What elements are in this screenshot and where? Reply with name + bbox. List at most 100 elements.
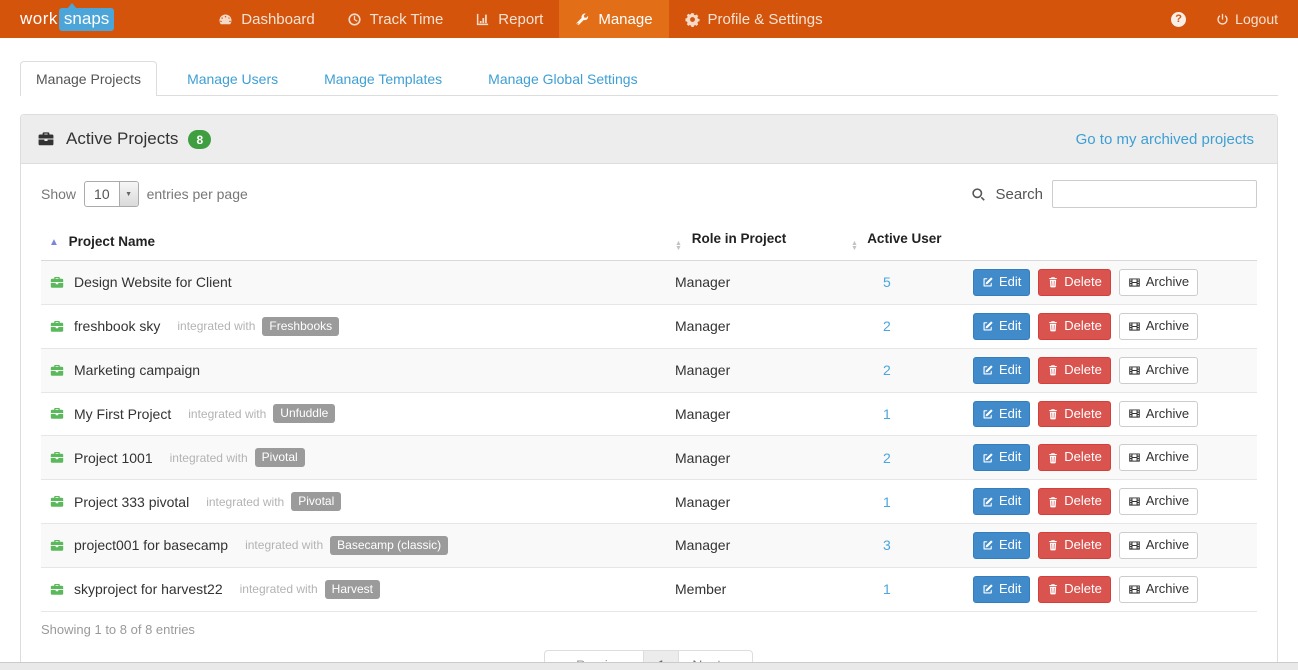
- project-name: Project 1001: [74, 450, 153, 466]
- archived-projects-link[interactable]: Go to my archived projects: [1076, 131, 1254, 148]
- project-briefcase-icon: [49, 538, 65, 553]
- active-user-count-link[interactable]: 1: [883, 406, 891, 422]
- delete-button[interactable]: Delete: [1038, 488, 1111, 515]
- project-briefcase-icon: [49, 450, 65, 465]
- page-size-select[interactable]: 10 ▼: [84, 181, 139, 207]
- panel-body: Show 10 ▼ entries per page Search ▲ P: [21, 164, 1277, 670]
- nav-item-manage[interactable]: Manage: [559, 0, 668, 38]
- edit-button[interactable]: Edit: [973, 313, 1030, 340]
- integrated-with-label: integrated with: [177, 319, 255, 333]
- edit-button[interactable]: Edit: [973, 401, 1030, 428]
- project-role: Manager: [667, 436, 843, 480]
- trash-icon: [1047, 539, 1059, 551]
- table-row: Project 1001 integrated with Pivotal Man…: [41, 436, 1257, 480]
- tab-manage-global-settings[interactable]: Manage Global Settings: [472, 61, 653, 96]
- tab-manage-users[interactable]: Manage Users: [171, 61, 294, 96]
- archive-button[interactable]: Archive: [1119, 532, 1198, 559]
- nav-item-report[interactable]: Report: [459, 0, 559, 38]
- clock-icon: [347, 12, 362, 27]
- trash-icon: [1047, 452, 1059, 464]
- edit-button[interactable]: Edit: [973, 576, 1030, 603]
- edit-button[interactable]: Edit: [973, 444, 1030, 471]
- archive-button[interactable]: Archive: [1119, 269, 1198, 296]
- integration-wrap: integrated with Freshbooks: [177, 317, 339, 336]
- delete-button[interactable]: Delete: [1038, 576, 1111, 603]
- project-name: project001 for basecamp: [74, 537, 228, 553]
- integration-wrap: integrated with Pivotal: [170, 448, 305, 467]
- delete-button[interactable]: Delete: [1038, 313, 1111, 340]
- project-role: Member: [667, 567, 843, 611]
- active-user-count-link[interactable]: 5: [883, 274, 891, 290]
- project-name: Marketing campaign: [74, 362, 200, 378]
- table-row: Project 333 pivotal integrated with Pivo…: [41, 480, 1257, 524]
- project-briefcase-icon: [49, 406, 65, 421]
- column-header-actions: [965, 222, 1257, 261]
- active-user-count-link[interactable]: 1: [883, 581, 891, 597]
- column-header-active-user[interactable]: ▲▼ Active User: [843, 222, 965, 261]
- tab-manage-templates[interactable]: Manage Templates: [308, 61, 458, 96]
- integrated-with-label: integrated with: [240, 582, 318, 596]
- project-role: Manager: [667, 304, 843, 348]
- table-row: My First Project integrated with Unfuddl…: [41, 392, 1257, 436]
- tab-manage-projects[interactable]: Manage Projects: [20, 61, 157, 96]
- search-input[interactable]: [1052, 180, 1257, 208]
- integration-badge: Pivotal: [291, 492, 341, 511]
- edit-pencil-icon: [982, 452, 994, 464]
- delete-button[interactable]: Delete: [1038, 444, 1111, 471]
- panel-title: Active Projects: [66, 129, 178, 149]
- project-role: Manager: [667, 392, 843, 436]
- navbar-right: ? Logout: [1171, 11, 1278, 27]
- delete-button[interactable]: Delete: [1038, 401, 1111, 428]
- nav-item-dashboard[interactable]: Dashboard: [202, 0, 330, 38]
- showing-entries-text: Showing 1 to 8 of 8 entries: [41, 622, 1257, 637]
- worksnaps-logo[interactable]: work snaps: [20, 8, 114, 31]
- film-archive-icon: [1128, 451, 1141, 464]
- nav-item-track-time[interactable]: Track Time: [331, 0, 460, 38]
- delete-button[interactable]: Delete: [1038, 357, 1111, 384]
- edit-button[interactable]: Edit: [973, 357, 1030, 384]
- active-user-count-link[interactable]: 3: [883, 537, 891, 553]
- logout-label: Logout: [1235, 11, 1278, 27]
- active-user-count-link[interactable]: 2: [883, 318, 891, 334]
- archive-button[interactable]: Archive: [1119, 313, 1198, 340]
- integration-badge: Basecamp (classic): [330, 536, 448, 555]
- search-group: Search: [971, 180, 1257, 208]
- nav-item-label: Track Time: [370, 11, 444, 28]
- help-icon[interactable]: ?: [1171, 12, 1186, 27]
- edit-button[interactable]: Edit: [973, 532, 1030, 559]
- edit-button[interactable]: Edit: [973, 269, 1030, 296]
- integration-wrap: integrated with Pivotal: [206, 492, 341, 511]
- active-user-count-link[interactable]: 2: [883, 362, 891, 378]
- nav-item-profile-settings[interactable]: Profile & Settings: [669, 0, 839, 38]
- table-row: project001 for basecamp integrated with …: [41, 524, 1257, 568]
- film-archive-icon: [1128, 276, 1141, 289]
- archive-button[interactable]: Archive: [1119, 576, 1198, 603]
- edit-pencil-icon: [982, 364, 994, 376]
- archive-button[interactable]: Archive: [1119, 357, 1198, 384]
- table-row: Marketing campaign Manager 2 Edit Delete: [41, 348, 1257, 392]
- project-briefcase-icon: [49, 275, 65, 290]
- edit-pencil-icon: [982, 583, 994, 595]
- column-header-role[interactable]: ▲▼ Role in Project: [667, 222, 843, 261]
- project-name: freshbook sky: [74, 318, 160, 334]
- delete-button[interactable]: Delete: [1038, 269, 1111, 296]
- delete-button[interactable]: Delete: [1038, 532, 1111, 559]
- project-role: Manager: [667, 261, 843, 305]
- archive-button[interactable]: Archive: [1119, 444, 1198, 471]
- film-archive-icon: [1128, 364, 1141, 377]
- panel-heading: Active Projects 8 Go to my archived proj…: [21, 115, 1277, 164]
- column-header-project-name[interactable]: ▲ Project Name: [41, 222, 667, 261]
- active-projects-panel: Active Projects 8 Go to my archived proj…: [20, 114, 1278, 670]
- active-user-count-link[interactable]: 2: [883, 450, 891, 466]
- show-label: Show: [41, 186, 76, 202]
- nav-item-label: Profile & Settings: [708, 11, 823, 28]
- logout-button[interactable]: Logout: [1216, 11, 1278, 27]
- sort-ascending-icon: ▲: [49, 237, 59, 248]
- gear-icon: [685, 12, 700, 27]
- active-user-count-link[interactable]: 1: [883, 494, 891, 510]
- archive-button[interactable]: Archive: [1119, 401, 1198, 428]
- archive-button[interactable]: Archive: [1119, 488, 1198, 515]
- project-briefcase-icon: [49, 582, 65, 597]
- trash-icon: [1047, 583, 1059, 595]
- edit-button[interactable]: Edit: [973, 488, 1030, 515]
